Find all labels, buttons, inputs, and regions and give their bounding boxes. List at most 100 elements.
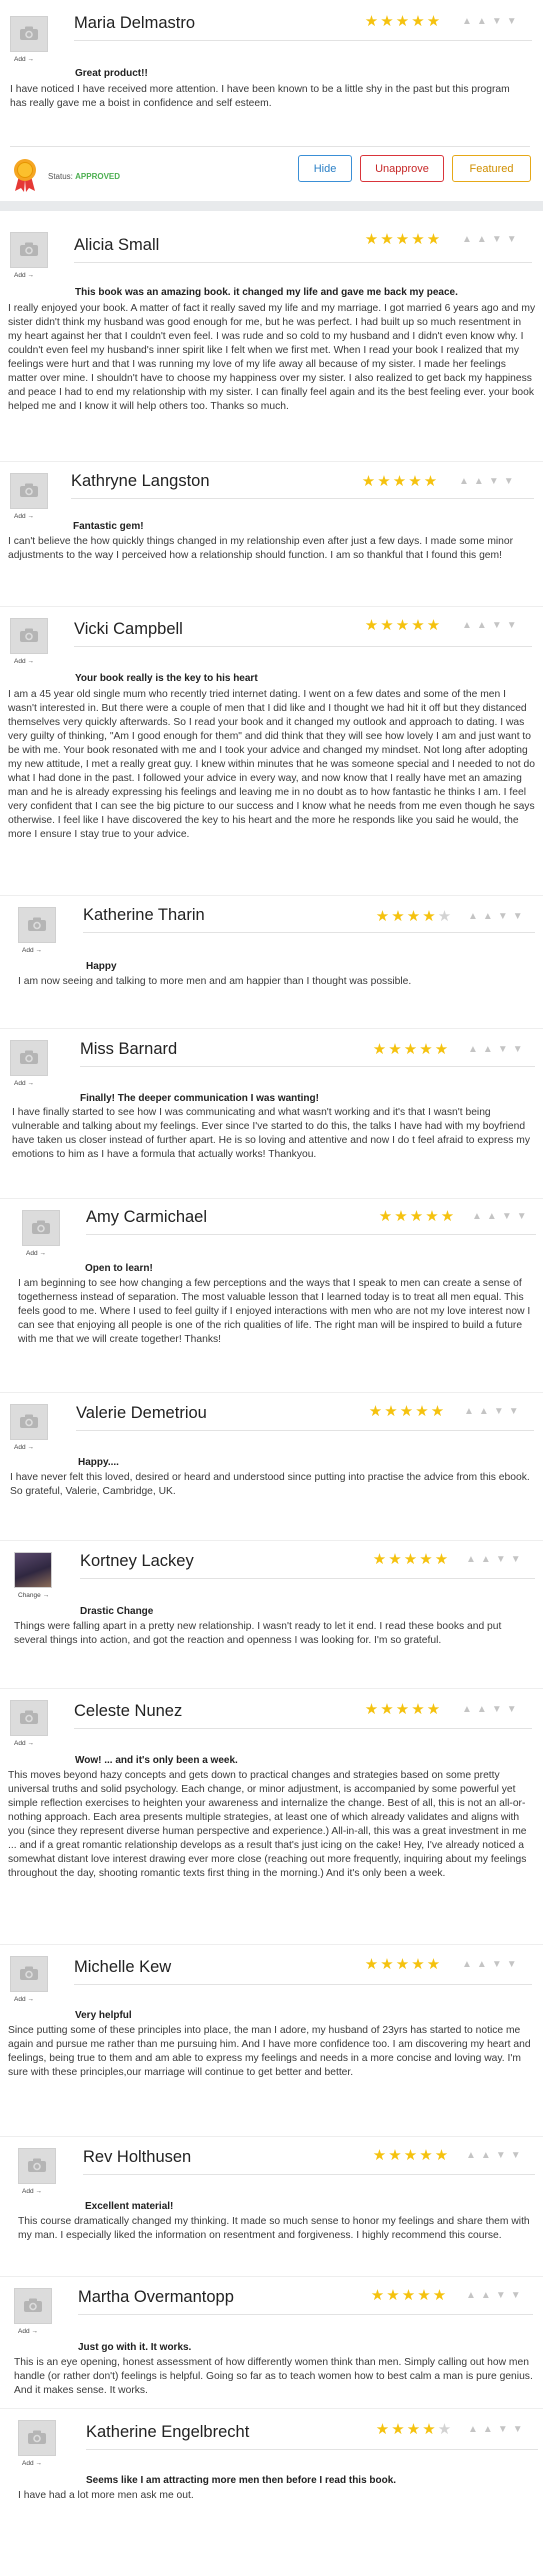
avatar-placeholder[interactable] [22, 1210, 60, 1246]
add-photo-link[interactable]: Add → [22, 2188, 42, 2195]
thumb-up-icon[interactable]: ▲ [462, 1959, 472, 1971]
reviewer-name: Maria Delmastro [74, 14, 196, 32]
arrow-down-icon[interactable]: ▼ [496, 2290, 506, 2302]
avatar-placeholder[interactable] [10, 1404, 48, 1440]
thumb-up-icon[interactable]: ▲ [462, 620, 472, 632]
camera-placeholder-icon [19, 627, 39, 646]
thumb-up-icon[interactable]: ▲ [468, 1044, 478, 1056]
thumb-up-icon[interactable]: ▲ [466, 2290, 476, 2302]
avatar-placeholder[interactable] [18, 2420, 56, 2456]
thumb-down-icon[interactable]: ▼ [507, 234, 517, 246]
add-photo-link[interactable]: Add → [22, 947, 42, 954]
star-filled-icon: ★ [419, 1551, 433, 1568]
reviewer-photo[interactable] [14, 1552, 52, 1588]
avatar-placeholder[interactable] [18, 907, 56, 943]
arrow-up-icon[interactable]: ▲ [479, 1406, 489, 1418]
thumb-down-icon[interactable]: ▼ [507, 620, 517, 632]
arrow-up-icon[interactable]: ▲ [483, 911, 493, 923]
star-rating: ★ ★ ★ ★ ★ [375, 2422, 453, 2438]
add-photo-link[interactable]: Add → [22, 2460, 42, 2467]
arrow-down-icon[interactable]: ▼ [492, 16, 502, 28]
thumb-up-icon[interactable]: ▲ [462, 1704, 472, 1716]
thumb-down-icon[interactable]: ▼ [517, 1211, 527, 1223]
thumb-down-icon[interactable]: ▼ [511, 1554, 521, 1566]
review-body: I have noticed I have received more atte… [10, 84, 510, 109]
arrow-down-icon[interactable]: ▼ [498, 911, 508, 923]
reviewer-name: Miss Barnard [80, 1040, 178, 1058]
arrow-down-icon[interactable]: ▼ [494, 1406, 504, 1418]
review-title: Finally! The deeper communication I was … [80, 1093, 319, 1104]
add-photo-link[interactable]: Add → [14, 1740, 34, 1747]
add-photo-link[interactable]: Add → [26, 1250, 46, 1257]
add-photo-link[interactable]: Add → [14, 1996, 34, 2003]
thumb-down-icon[interactable]: ▼ [507, 1704, 517, 1716]
arrow-up-icon[interactable]: ▲ [481, 2150, 491, 2162]
arrow-down-icon[interactable]: ▼ [496, 1554, 506, 1566]
avatar-placeholder[interactable] [10, 618, 48, 654]
thumb-down-icon[interactable]: ▼ [511, 2290, 521, 2302]
avatar-placeholder[interactable] [10, 1956, 48, 1992]
thumb-down-icon[interactable]: ▼ [507, 16, 517, 28]
unapprove-button[interactable]: Unapprove [360, 155, 444, 182]
arrow-up-icon[interactable]: ▲ [487, 1211, 497, 1223]
star-filled-icon: ★ [430, 1403, 445, 1420]
add-photo-link[interactable]: Add → [14, 513, 34, 520]
arrow-down-icon[interactable]: ▼ [492, 1959, 502, 1971]
add-photo-link[interactable]: Add → [14, 1444, 34, 1451]
arrow-up-icon[interactable]: ▲ [477, 16, 487, 28]
arrow-down-icon[interactable]: ▼ [498, 2424, 508, 2436]
thumb-down-icon[interactable]: ▼ [513, 911, 523, 923]
thumb-down-icon[interactable]: ▼ [513, 1044, 523, 1056]
arrow-down-icon[interactable]: ▼ [492, 620, 502, 632]
thumb-down-icon[interactable]: ▼ [513, 2424, 523, 2436]
thumb-up-icon[interactable]: ▲ [468, 2424, 478, 2436]
thumb-up-icon[interactable]: ▲ [466, 2150, 476, 2162]
avatar-placeholder[interactable] [10, 473, 48, 509]
thumb-up-icon[interactable]: ▲ [462, 234, 472, 246]
thumb-up-icon[interactable]: ▲ [468, 911, 478, 923]
avatar-placeholder[interactable] [10, 1040, 48, 1076]
thumb-up-icon[interactable]: ▲ [462, 16, 472, 28]
arrow-up-icon[interactable]: ▲ [481, 2290, 491, 2302]
thumb-up-icon[interactable]: ▲ [464, 1406, 474, 1418]
arrow-up-icon[interactable]: ▲ [477, 1959, 487, 1971]
arrow-up-icon[interactable]: ▲ [477, 234, 487, 246]
thumb-up-icon[interactable]: ▲ [459, 476, 469, 488]
thumb-up-icon[interactable]: ▲ [466, 1554, 476, 1566]
thumb-up-icon[interactable]: ▲ [472, 1211, 482, 1223]
star-filled-icon: ★ [406, 908, 421, 925]
add-photo-link[interactable]: Add → [14, 56, 34, 63]
arrow-up-icon[interactable]: ▲ [474, 476, 484, 488]
arrow-up-icon[interactable]: ▲ [483, 2424, 493, 2436]
add-photo-link[interactable]: Add → [14, 658, 34, 665]
star-filled-icon: ★ [395, 1701, 410, 1718]
arrow-down-icon[interactable]: ▼ [496, 2150, 506, 2162]
add-photo-link[interactable]: Add → [18, 2328, 38, 2335]
add-photo-link[interactable]: Add → [14, 272, 34, 279]
arrow-up-icon[interactable]: ▲ [481, 1554, 491, 1566]
avatar-placeholder[interactable] [14, 2288, 52, 2324]
avatar-placeholder[interactable] [10, 16, 48, 52]
add-photo-link[interactable]: Add → [14, 1080, 34, 1087]
avatar-placeholder[interactable] [10, 232, 48, 268]
avatar-placeholder[interactable] [10, 1700, 48, 1736]
arrow-up-icon[interactable]: ▲ [477, 1704, 487, 1716]
thumb-down-icon[interactable]: ▼ [511, 2150, 521, 2162]
thumb-down-icon[interactable]: ▼ [507, 1959, 517, 1971]
arrow-down-icon[interactable]: ▼ [492, 234, 502, 246]
arrow-up-icon[interactable]: ▲ [483, 1044, 493, 1056]
featured-button[interactable]: Featured [452, 155, 531, 182]
name-divider [74, 646, 532, 647]
arrow-down-icon[interactable]: ▼ [489, 476, 499, 488]
hide-button[interactable]: Hide [298, 155, 352, 182]
thumb-down-icon[interactable]: ▼ [504, 476, 514, 488]
thumb-down-icon[interactable]: ▼ [509, 1406, 519, 1418]
arrow-down-icon[interactable]: ▼ [502, 1211, 512, 1223]
star-empty-icon: ★ [437, 2421, 452, 2438]
arrow-up-icon[interactable]: ▲ [477, 620, 487, 632]
star-filled-icon: ★ [361, 473, 376, 490]
arrow-down-icon[interactable]: ▼ [498, 1044, 508, 1056]
arrow-down-icon[interactable]: ▼ [492, 1704, 502, 1716]
avatar-placeholder[interactable] [18, 2148, 56, 2184]
change-photo-link[interactable]: Change → [18, 1592, 49, 1599]
